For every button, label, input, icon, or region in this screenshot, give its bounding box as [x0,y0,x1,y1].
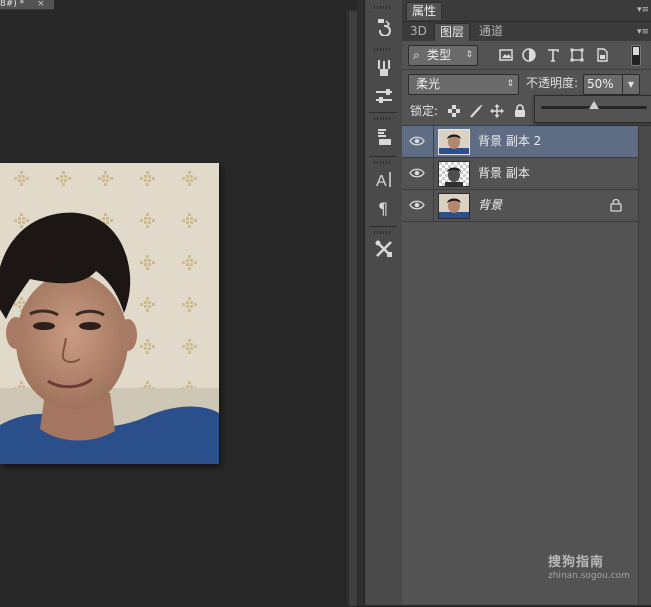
watermark-title: 搜狗指南 [548,555,605,570]
search-icon: ⌕ [413,48,420,62]
svg-text:A: A [376,173,387,189]
layer-row[interactable]: 背景 副本 [402,158,638,190]
visibility-divider [433,190,434,221]
layer-filter-row: ⌕ 类型 ⇕ [402,41,651,70]
panel-dock: 属性 ▾≡ 3D 图层 通道 ▾≡ ⌕ 类型 ⇕ 柔光 ⇕ 不透明度: 50% … [402,0,651,605]
strip-grip[interactable] [374,117,392,120]
tab-properties[interactable]: 属性 [406,2,443,20]
layer-name[interactable]: 背景 [478,190,502,221]
layer-thumbnail[interactable] [438,129,470,155]
opacity-slider-popup[interactable] [534,95,651,123]
blend-mode-value: 柔光 [416,77,441,91]
strip-separator [369,112,397,113]
properties-panel-menu-icon[interactable]: ▾≡ [635,5,649,15]
canvas-photo[interactable] [0,163,219,464]
cutout-thumbnail [439,162,469,186]
layer-row[interactable]: 背景 [402,190,638,222]
opacity-label: 不透明度: [526,76,579,90]
layers-panel-menu-icon[interactable]: ▾≡ [635,27,649,37]
character-icon[interactable]: A [373,168,395,190]
canvas-scroll-thumb[interactable] [348,10,358,607]
properties-tab-row: 属性 ▾≡ [402,0,651,22]
opacity-value[interactable]: 50% [587,75,614,94]
tab-3d[interactable]: 3D [405,23,432,40]
blend-mode-select[interactable]: 柔光 ⇕ [408,74,519,95]
lock-icon[interactable] [610,199,622,212]
updown-arrow-icon: ⇕ [465,50,473,60]
layer-thumbnail[interactable] [438,193,470,219]
panel-icon-strip: A ¶ [364,0,403,605]
document-close-icon[interactable]: × [37,0,45,9]
type-filter-icon[interactable] [545,47,561,63]
filter-kind-label: 类型 [427,48,452,62]
lock-all-icon[interactable] [513,104,527,118]
shape-filter-icon[interactable] [569,47,585,63]
canvas-scrollbar[interactable] [345,10,359,607]
strip-grip[interactable] [374,6,392,9]
filter-kind-select[interactable]: ⌕ 类型 ⇕ [408,45,478,66]
history-icon[interactable] [373,15,395,37]
strip-separator [369,226,397,227]
svg-text:¶: ¶ [378,199,388,217]
adjustments-slider-icon[interactable] [373,85,395,107]
lock-position-icon[interactable] [490,104,504,118]
brush-presets-icon[interactable] [373,57,395,79]
portrait-thumbnail [439,130,469,154]
portrait-thumbnail [439,194,469,218]
eye-icon[interactable] [409,198,425,212]
lock-label: 锁定: [410,104,439,118]
layer-row[interactable]: 背景 副本 2 [402,126,638,158]
adjustment-filter-icon[interactable] [521,47,537,63]
document-tab[interactable]: 8#) * × [0,0,54,10]
watermark: 搜狗指南 zhinan.sogou.com [548,551,630,581]
layers-tab-row: 3D 图层 通道 ▾≡ [402,22,651,42]
tab-layers[interactable]: 图层 [434,23,471,41]
tool-presets-icon[interactable] [373,238,395,260]
eye-icon[interactable] [409,166,425,180]
document-tab-title: 8#) * [0,0,25,9]
layer-list: 背景 副本 2 背景 副本 背景 [402,126,639,605]
layer-thumbnail[interactable] [438,161,470,187]
filter-toggle-switch[interactable] [631,45,641,66]
layers-scrollbar[interactable] [639,126,651,605]
tab-channels[interactable]: 通道 [474,23,508,40]
strip-grip[interactable] [374,161,392,164]
lock-image-pixels-icon[interactable] [469,104,483,118]
image-filter-icon[interactable] [498,47,514,63]
clone-source-icon[interactable] [373,126,395,148]
watermark-url: zhinan.sogou.com [548,571,630,581]
portrait-image [0,163,219,464]
lock-transparent-pixels-icon[interactable] [447,104,461,118]
visibility-divider [433,126,434,157]
eye-icon[interactable] [409,134,425,148]
opacity-field[interactable]: 50% ▼ [583,74,640,95]
strip-separator [369,156,397,157]
blend-opacity-row: 柔光 ⇕ 不透明度: 50% ▼ [402,70,651,97]
updown-arrow-icon: ⇕ [506,79,514,89]
visibility-divider [433,158,434,189]
strip-grip[interactable] [374,231,392,234]
chevron-down-icon[interactable]: ▼ [622,75,639,94]
smart-object-filter-icon[interactable] [594,47,610,63]
paragraph-icon[interactable]: ¶ [373,196,395,218]
layer-name[interactable]: 背景 副本 [478,158,530,189]
strip-grip[interactable] [374,48,392,51]
layers-panel: ⌕ 类型 ⇕ 柔光 ⇕ 不透明度: 50% ▼ 锁定: 背景 副本 2 背景 副… [402,41,651,605]
layer-name[interactable]: 背景 副本 2 [478,126,541,157]
opacity-slider-knob[interactable] [589,101,599,109]
